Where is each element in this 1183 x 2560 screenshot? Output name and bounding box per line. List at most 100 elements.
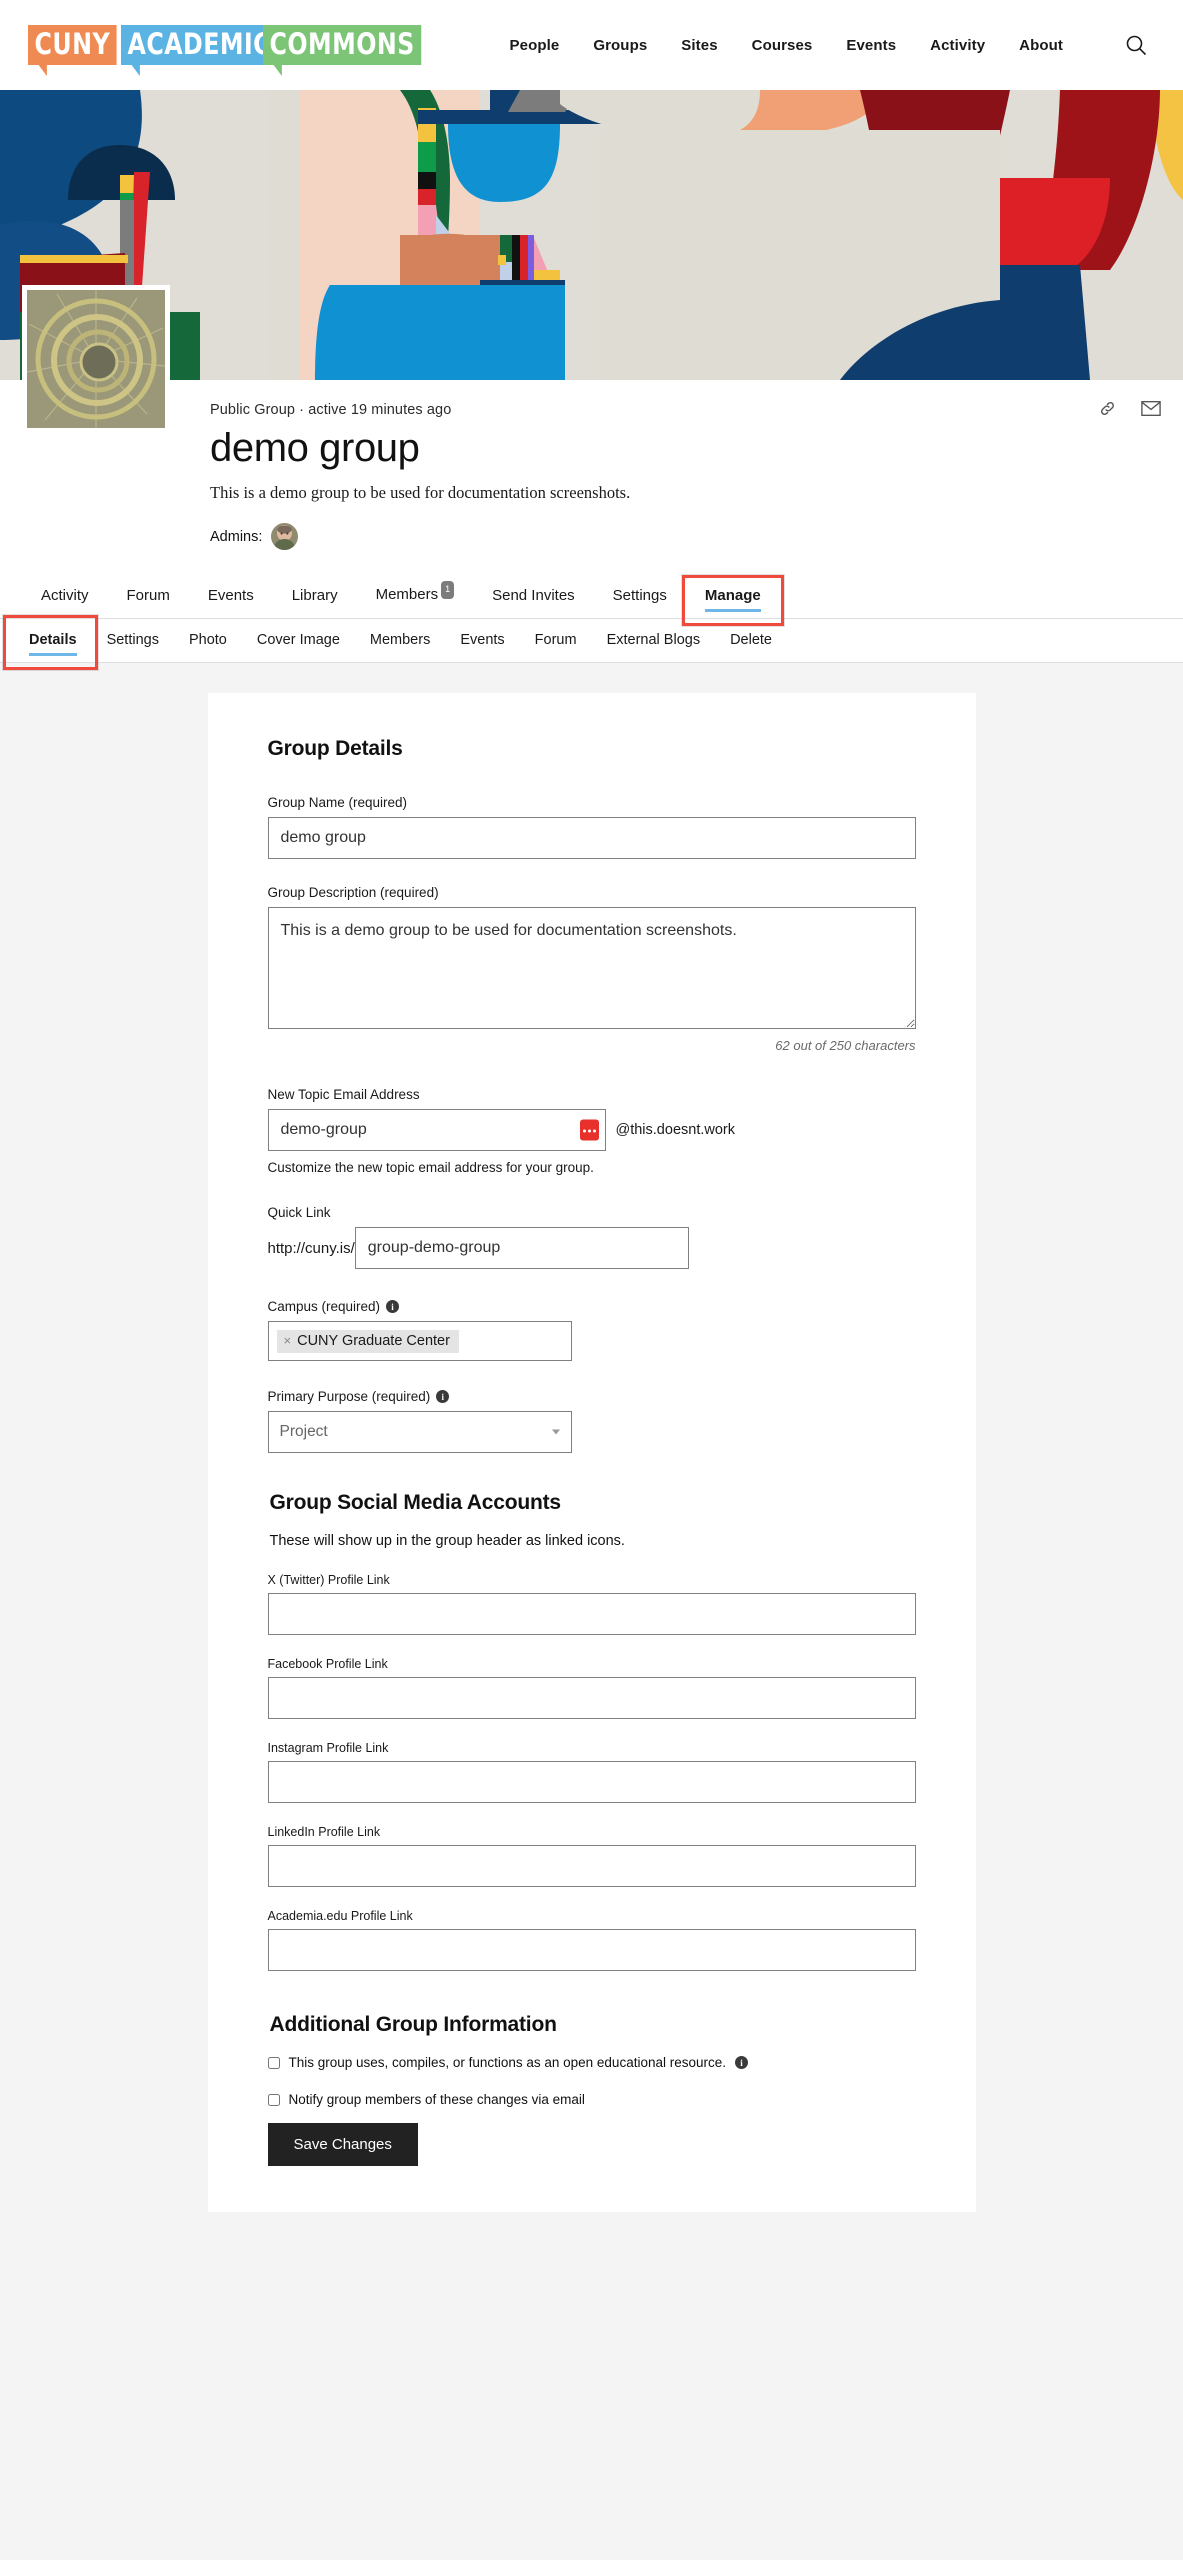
field-facebook-link: Facebook Profile Link bbox=[267, 1657, 916, 1719]
section-title-additional-info: Additional Group Information bbox=[269, 2013, 557, 2036]
password-manager-icon[interactable] bbox=[579, 1119, 599, 1141]
field-new-topic-email: New Topic Email Address @this.doesnt.wor… bbox=[267, 1087, 916, 1175]
group-admins: Admins: bbox=[210, 523, 1183, 572]
tab-members[interactable]: Members 1 bbox=[357, 572, 474, 618]
help-new-topic-email: Customize the new topic email address fo… bbox=[267, 1160, 594, 1175]
new-topic-email-input[interactable] bbox=[267, 1109, 606, 1151]
subtab-photo-label: Photo bbox=[188, 632, 227, 648]
subtab-members-label: Members bbox=[369, 632, 431, 648]
subtab-external-blogs[interactable]: External Blogs bbox=[592, 619, 716, 662]
group-meta-line: Public Group · active 19 minutes ago bbox=[210, 402, 452, 418]
nav-item-people[interactable]: People bbox=[510, 37, 560, 54]
subtab-events[interactable]: Events bbox=[445, 619, 519, 662]
admins-label: Admins: bbox=[210, 528, 263, 545]
info-icon-campus[interactable]: i bbox=[386, 1300, 400, 1313]
subtab-cover-image-label: Cover Image bbox=[256, 632, 340, 648]
subtab-delete[interactable]: Delete bbox=[715, 619, 787, 662]
twitter-link-input[interactable] bbox=[267, 1593, 916, 1635]
notify-checkbox[interactable] bbox=[267, 2093, 280, 2106]
field-quick-link: Quick Link http://cuny.is/ bbox=[268, 1205, 916, 1269]
field-group-description: Group Description (required) 62 out of 2… bbox=[267, 885, 916, 1053]
label-group-description: Group Description (required) bbox=[267, 885, 439, 900]
character-counter: 62 out of 250 characters bbox=[775, 1038, 916, 1053]
tab-settings[interactable]: Settings bbox=[594, 573, 686, 618]
email-input-row: @this.doesnt.work bbox=[267, 1109, 916, 1151]
link-icon[interactable] bbox=[1097, 398, 1117, 418]
nav-item-events[interactable]: Events bbox=[846, 37, 896, 54]
subtab-members[interactable]: Members bbox=[355, 619, 445, 662]
page-body: Group Details Group Name (required) Grou… bbox=[0, 663, 1183, 2212]
label-instagram-link: Instagram Profile Link bbox=[267, 1741, 389, 1755]
label-quick-link: Quick Link bbox=[267, 1205, 331, 1220]
label-academia-link: Academia.edu Profile Link bbox=[267, 1909, 413, 1923]
social-media-description: These will show up in the group header a… bbox=[269, 1533, 625, 1549]
linkedin-link-input[interactable] bbox=[267, 1845, 916, 1887]
instagram-link-input[interactable] bbox=[267, 1761, 916, 1803]
quick-link-prefix: http://cuny.is/ bbox=[267, 1239, 355, 1257]
main-navigation: People Groups Sites Courses Events Activ… bbox=[510, 32, 1155, 58]
info-icon-purpose[interactable]: i bbox=[436, 1390, 450, 1403]
envelope-icon[interactable] bbox=[1141, 398, 1161, 418]
label-campus: Campus (required) i bbox=[268, 1299, 916, 1314]
logo-part-academic: ACADEMIC bbox=[121, 25, 278, 77]
field-instagram-link: Instagram Profile Link bbox=[267, 1741, 916, 1803]
tab-forum[interactable]: Forum bbox=[108, 573, 189, 618]
group-name-input[interactable] bbox=[267, 817, 916, 859]
nav-item-sites[interactable]: Sites bbox=[681, 37, 717, 54]
oer-checkbox-label: This group uses, compiles, or functions … bbox=[288, 2055, 727, 2070]
subtab-forum-label: Forum bbox=[534, 632, 577, 648]
tab-activity[interactable]: Activity bbox=[22, 573, 108, 618]
primary-purpose-select[interactable]: Project bbox=[267, 1411, 572, 1453]
remove-token-icon[interactable]: × bbox=[284, 1333, 292, 1348]
section-title-group-details: Group Details bbox=[267, 737, 403, 760]
save-changes-button[interactable]: Save Changes bbox=[267, 2123, 418, 2166]
subtab-forum[interactable]: Forum bbox=[520, 619, 592, 662]
field-linkedin-link: LinkedIn Profile Link bbox=[267, 1825, 916, 1887]
label-campus-text: Campus (required) bbox=[267, 1299, 381, 1314]
field-campus: Campus (required) i × CUNY Graduate Cent… bbox=[267, 1299, 916, 1361]
subtab-details[interactable]: Details bbox=[3, 615, 98, 670]
chevron-down-icon bbox=[551, 1429, 560, 1435]
tab-events[interactable]: Events bbox=[189, 573, 273, 618]
subtab-details-label: Details bbox=[29, 632, 77, 648]
search-icon[interactable] bbox=[1123, 32, 1149, 58]
tab-manage-underline bbox=[704, 609, 761, 612]
label-facebook-link: Facebook Profile Link bbox=[267, 1657, 388, 1671]
subtab-photo[interactable]: Photo bbox=[174, 619, 242, 662]
tab-send-invites-label: Send Invites bbox=[492, 587, 575, 604]
email-input-wrapper bbox=[267, 1109, 606, 1151]
nav-item-courses[interactable]: Courses bbox=[752, 37, 813, 54]
section-title-social-media: Group Social Media Accounts bbox=[269, 1491, 562, 1514]
site-logo[interactable]: CUNY ACADEMIC COMMONS bbox=[28, 25, 456, 77]
group-avatar[interactable] bbox=[22, 285, 170, 433]
primary-purpose-value: Project bbox=[279, 1423, 328, 1440]
nav-item-about[interactable]: About bbox=[1019, 37, 1063, 54]
group-description-textarea[interactable] bbox=[267, 907, 916, 1029]
tab-send-invites[interactable]: Send Invites bbox=[473, 573, 594, 618]
tab-manage[interactable]: Manage bbox=[681, 573, 784, 626]
subtab-details-underline bbox=[29, 653, 77, 656]
site-header: CUNY ACADEMIC COMMONS People Groups Site… bbox=[0, 0, 1183, 90]
field-twitter-link: X (Twitter) Profile Link bbox=[267, 1573, 916, 1635]
tab-library-label: Library bbox=[291, 587, 338, 604]
subtab-cover-image[interactable]: Cover Image bbox=[242, 619, 355, 662]
group-title: demo group bbox=[210, 426, 420, 470]
info-icon-oer[interactable]: i bbox=[735, 2056, 748, 2069]
group-header-actions bbox=[1097, 398, 1161, 418]
checkbox-row-notify: Notify group members of these changes vi… bbox=[267, 2092, 916, 2107]
oer-checkbox[interactable] bbox=[267, 2056, 280, 2069]
nav-item-activity[interactable]: Activity bbox=[930, 37, 985, 54]
subtab-settings[interactable]: Settings bbox=[92, 619, 174, 662]
checkbox-row-oer: This group uses, compiles, or functions … bbox=[267, 2055, 916, 2070]
quick-link-input[interactable] bbox=[354, 1227, 689, 1269]
campus-token-field[interactable]: × CUNY Graduate Center bbox=[267, 1321, 572, 1361]
tab-library[interactable]: Library bbox=[273, 573, 357, 618]
group-tabs-section: Activity Forum Events Library Members 1 S… bbox=[0, 572, 1183, 670]
facebook-link-input[interactable] bbox=[267, 1677, 916, 1719]
tab-forum-label: Forum bbox=[126, 587, 170, 604]
admin-avatar[interactable] bbox=[271, 523, 299, 550]
logo-part-cuny: CUNY bbox=[28, 25, 117, 77]
notify-checkbox-label: Notify group members of these changes vi… bbox=[288, 2092, 585, 2107]
nav-item-groups[interactable]: Groups bbox=[593, 37, 647, 54]
academia-link-input[interactable] bbox=[267, 1929, 916, 1971]
